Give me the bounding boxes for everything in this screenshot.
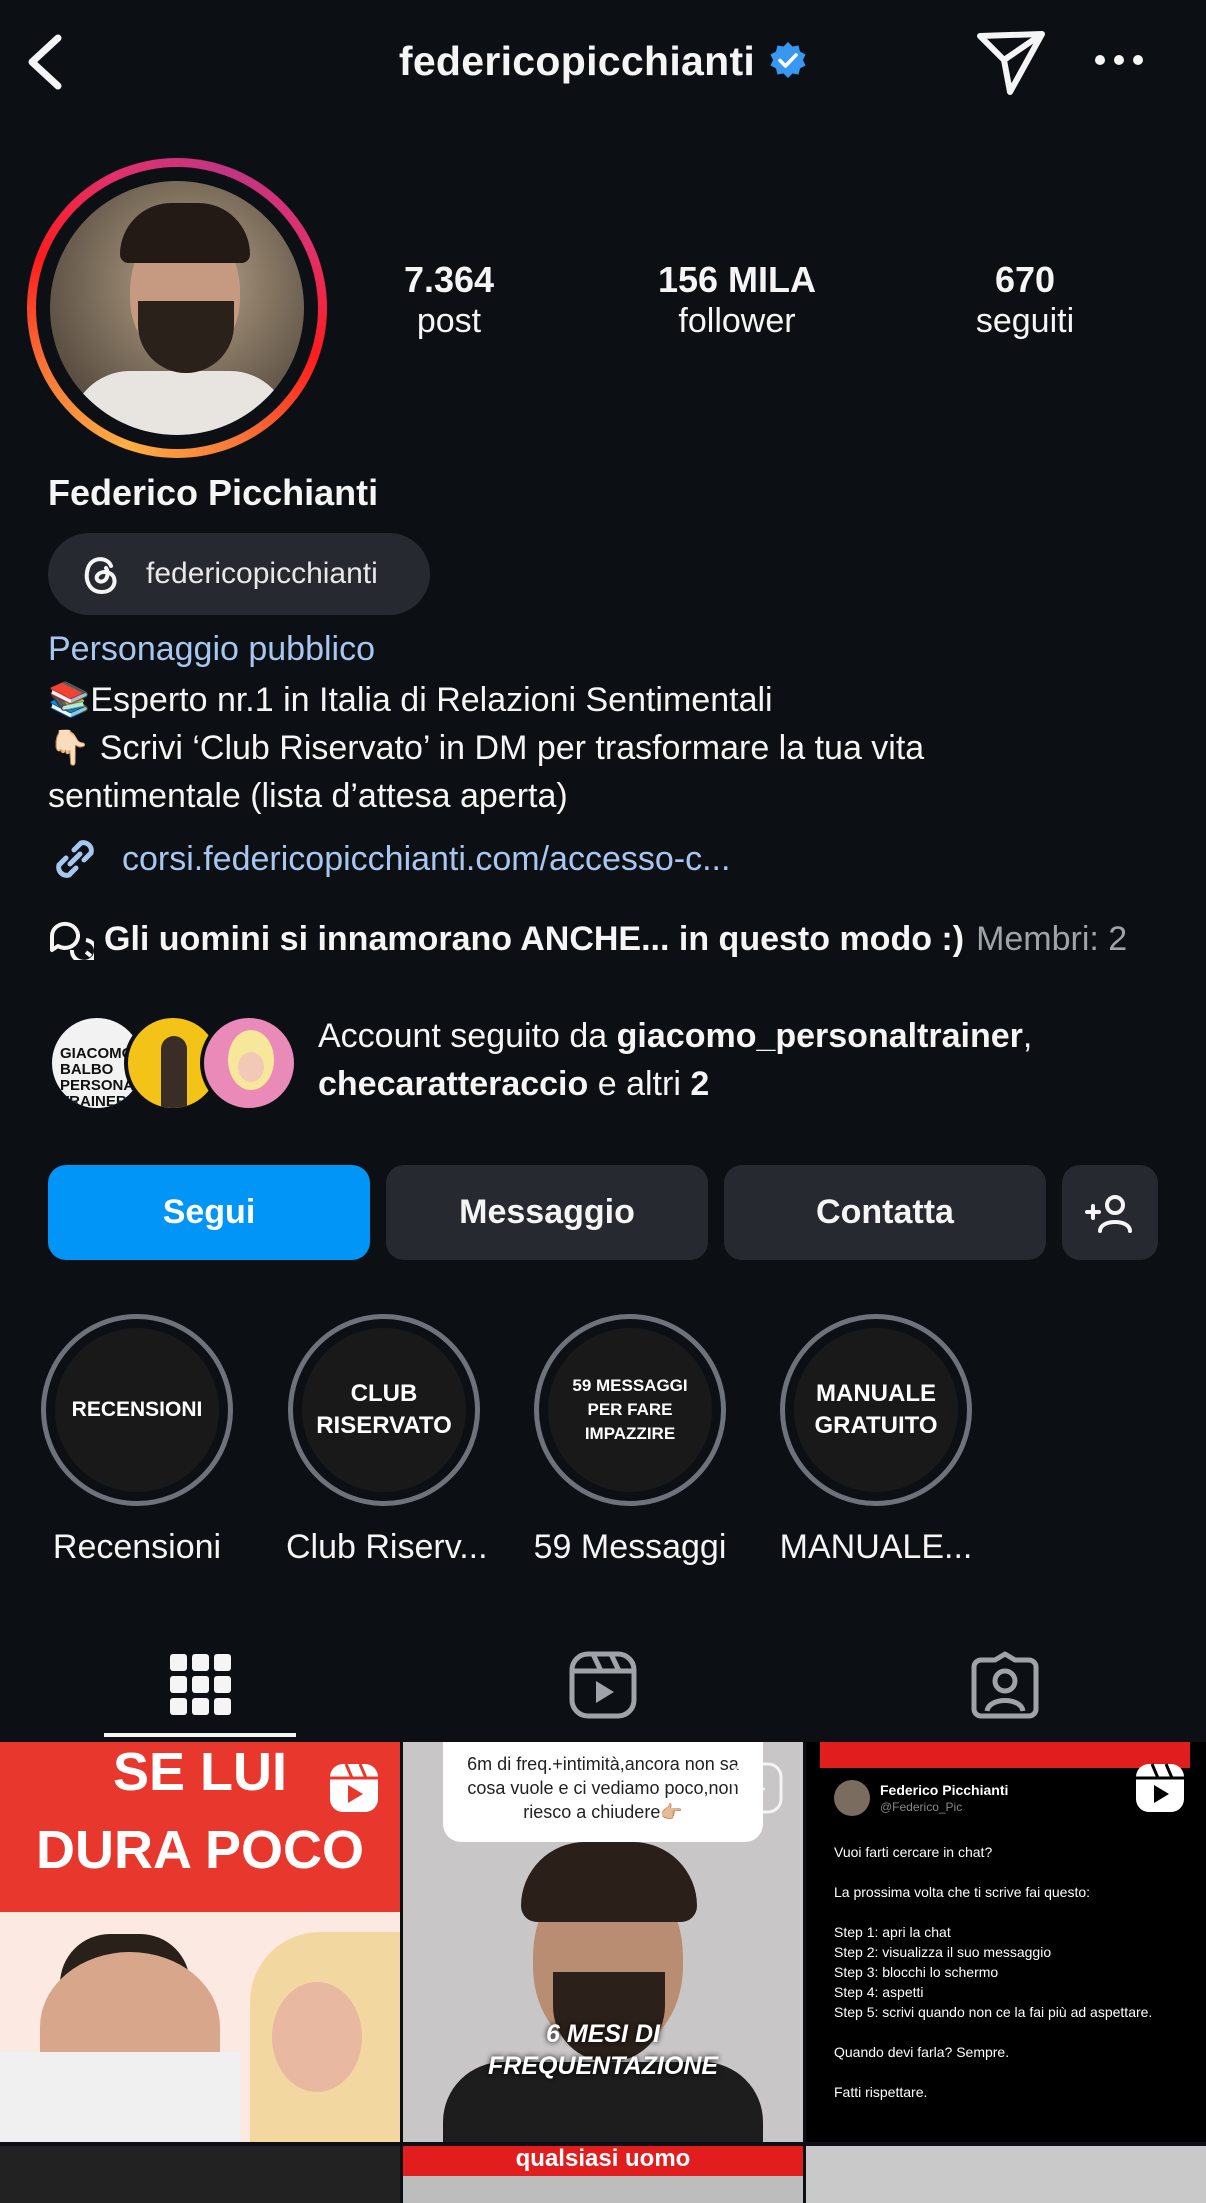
tab-posts[interactable]	[0, 1630, 402, 1740]
profile-bio: 📚Esperto nr.1 in Italia di Relazioni Sen…	[48, 676, 1178, 820]
broadcast-channel-icon	[49, 921, 94, 960]
bio-line: sentimentale (lista d’attesa aperta)	[48, 777, 568, 815]
mutual-middle: e altri	[597, 1065, 681, 1103]
highlight-ring: 59 MESSAGGI PER FARE IMPAZZIRE	[534, 1314, 726, 1506]
stat-posts-label: post	[416, 301, 482, 340]
post-text-line: Step 5: scrivi quando non ce la fai più …	[834, 2004, 1153, 2020]
bio-line: 📚Esperto nr.1 in Italia di Relazioni Sen…	[48, 681, 773, 719]
stat-following[interactable]: 670 seguiti	[920, 260, 1130, 342]
bio-line: 👇🏻 Scrivi ‘Club Riservato’ in DM per tra…	[48, 729, 925, 767]
tagged-icon	[971, 1651, 1039, 1719]
mutual-prefix: Account seguito da	[318, 1017, 608, 1055]
post-thumbnail[interactable]: SE LUI DURA POCO	[0, 1742, 400, 2142]
post-question-bubble: 6m di freq.+intimità,ancora non sa cosa …	[443, 1742, 763, 1842]
mutual-followers-text[interactable]: Account seguito da giacomo_personaltrain…	[318, 1012, 1178, 1108]
broadcast-channel[interactable]: Gli uomini si innamorano ANCHE... in que…	[48, 918, 1206, 960]
highlight-label: 59 Messaggi	[533, 1528, 727, 1566]
post-text-line: Fatti rispettare.	[834, 2084, 928, 2100]
threads-handle: federicopicchianti	[146, 557, 378, 590]
post-text-line: Step 4: aspetti	[834, 1984, 924, 2000]
profile-avatar	[50, 181, 304, 435]
post-caption-line: 6 MESI DI	[546, 2020, 660, 2048]
mutual-count: 2	[690, 1065, 710, 1103]
highlight-59-messaggi[interactable]: 59 MESSAGGI PER FARE IMPAZZIRE 59 Messag…	[532, 1314, 728, 1567]
mutual-avatar	[200, 1014, 298, 1112]
post-thumbnail[interactable]: Federico Picchianti @Federico_Pic Vuoi f…	[806, 1742, 1206, 2142]
avatar-frame	[36, 167, 318, 449]
message-button[interactable]: Messaggio	[386, 1165, 708, 1260]
stat-followers-value: 156 MILA	[657, 259, 817, 300]
post-text-line: Step 3: blocchi lo schermo	[834, 1964, 999, 1980]
highlight-cover: MANUALE GRATUITO	[794, 1328, 958, 1492]
post-headline: qualsiasi uomo	[403, 2146, 803, 2176]
threads-icon	[84, 557, 117, 595]
post-caption: 6 MESI DI FREQUENTAZIONE	[403, 2018, 803, 2082]
post-text-line: Vuoi farti cercare in chat?	[834, 1844, 993, 1860]
highlight-recensioni[interactable]: RECENSIONI Recensioni	[39, 1314, 235, 1567]
highlight-ring: CLUB RISERVATO	[288, 1314, 480, 1506]
mutual-user[interactable]: giacomo_personaltrainer	[617, 1017, 1023, 1055]
channel-members: Membri: 2	[976, 919, 1128, 958]
highlight-ring: MANUALE GRATUITO	[780, 1314, 972, 1506]
stat-posts-value: 7.364	[403, 259, 495, 300]
highlight-club-riservato[interactable]: CLUB RISERVATO Club Riserv...	[286, 1314, 488, 1567]
highlight-ring: RECENSIONI	[41, 1314, 233, 1506]
profile-full-name: Federico Picchianti	[48, 472, 379, 513]
highlight-label: Club Riserv...	[286, 1528, 488, 1566]
follow-button[interactable]: Segui	[48, 1165, 370, 1260]
highlight-label: MANUALE...	[779, 1528, 973, 1566]
highlight-cover: CLUB RISERVATO	[302, 1328, 466, 1492]
threads-badge[interactable]: federicopicchianti	[48, 533, 430, 615]
reel-badge-icon	[330, 1763, 378, 1812]
highlight-cover: 59 MESSAGGI PER FARE IMPAZZIRE	[548, 1328, 712, 1492]
post-text: Vuoi farti cercare in chat? La prossima …	[834, 1842, 1184, 2102]
paper-plane-icon[interactable]	[976, 30, 1046, 96]
more-dots-icon[interactable]	[1094, 53, 1144, 67]
link-icon	[56, 840, 94, 878]
post-headline: DURA POCO	[35, 1820, 364, 1880]
grid-icon	[170, 1654, 231, 1715]
stat-posts[interactable]: 7.364 post	[344, 260, 554, 342]
post-text-line: La prossima volta che ti scrive fai ques…	[834, 1884, 1091, 1900]
tab-tagged[interactable]	[804, 1630, 1206, 1740]
suggested-users-button[interactable]	[1062, 1165, 1158, 1260]
post-thumbnail[interactable]	[0, 2146, 400, 2203]
story-ring[interactable]	[27, 158, 327, 458]
reels-icon	[569, 1651, 637, 1719]
stat-followers-label: follower	[678, 301, 796, 340]
stat-followers[interactable]: 156 MILA follower	[632, 260, 842, 342]
mutual-user[interactable]: checaratteraccio	[318, 1065, 588, 1103]
highlight-cover: RECENSIONI	[55, 1328, 219, 1492]
top-bar: federicopicchianti	[0, 0, 1206, 130]
post-thumbnail[interactable]: 6m di freq.+intimità,ancora non sa cosa …	[403, 1742, 803, 2142]
stat-following-value: 670	[994, 259, 1056, 300]
profile-link[interactable]: corsi.federicopicchianti.com/accesso-c..…	[48, 832, 730, 886]
stat-following-label: seguiti	[975, 301, 1075, 340]
reel-badge-icon	[1136, 1763, 1184, 1812]
post-author: Federico Picchianti	[880, 1782, 1009, 1798]
link-text: corsi.federicopicchianti.com/accesso-c..…	[122, 839, 731, 878]
mutual-followers-avatars[interactable]: GIACOMO BALBO PERSONAL TRAINER	[48, 1014, 298, 1114]
post-thumbnail[interactable]: qualsiasi uomo	[403, 2146, 803, 2203]
post-text-line: Step 2: visualizza il suo messaggio	[834, 1944, 1052, 1960]
active-tab-indicator	[104, 1733, 296, 1737]
verified-badge-icon	[770, 42, 806, 78]
add-person-icon	[1085, 1194, 1132, 1233]
reel-badge-icon	[731, 1762, 783, 1814]
post-caption-line: FREQUENTAZIONE	[487, 2052, 719, 2080]
post-text-line: Quando devi farla? Sempre.	[834, 2044, 1010, 2060]
post-text-line: Step 1: apri la chat	[834, 1924, 951, 1940]
posts-grid: SE LUI DURA POCO 6m di freq.+intimità,an…	[0, 1742, 1206, 2203]
profile-category: Personaggio pubblico	[48, 630, 376, 668]
contact-button[interactable]: Contatta	[724, 1165, 1046, 1260]
post-handle: @Federico_Pic	[880, 1800, 963, 1814]
highlight-label: Recensioni	[52, 1528, 222, 1566]
profile-tabs	[0, 1630, 1206, 1740]
username-text: federicopicchianti	[398, 38, 756, 84]
channel-title: Gli uomini si innamorano ANCHE... in que…	[104, 919, 965, 958]
highlight-manuale[interactable]: MANUALE GRATUITO MANUALE...	[778, 1314, 974, 1567]
post-thumbnail[interactable]	[806, 2146, 1206, 2203]
tab-reels[interactable]	[402, 1630, 804, 1740]
